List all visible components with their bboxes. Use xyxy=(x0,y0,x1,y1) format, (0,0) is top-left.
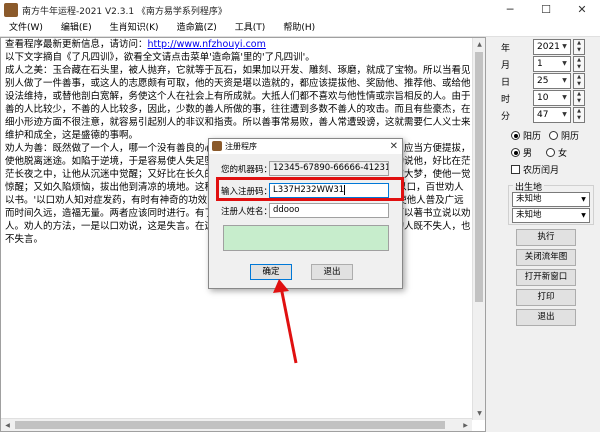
red-arrow-icon xyxy=(273,279,298,364)
